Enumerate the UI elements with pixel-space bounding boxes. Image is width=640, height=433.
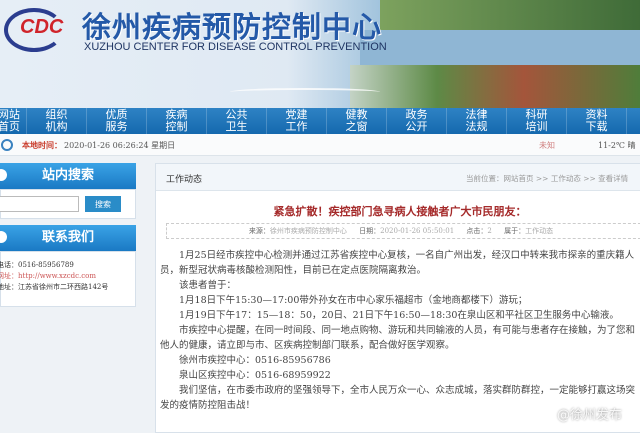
time-value: 2020-01-26 06:26:24 星期日 [64,141,176,150]
search-box-header: 站内搜索 [0,163,136,189]
nav-item-0[interactable]: 网站 首页 [0,108,27,134]
site-subtitle: XUZHOU CENTER FOR DISEASE CONTROL PREVEN… [84,41,387,53]
contact-address: 地址：江苏省徐州市二环西路142号 [0,283,109,291]
article-paragraph: 泉山区疾控中心：0516-68959922 [179,370,331,381]
article-title: 紧急扩散！疾控部门急寻病人接触者广大市民朋友： [273,205,527,218]
nav-item-4[interactable]: 公共 卫生 [207,108,267,134]
main-nav: 网站 首页 组织 机构 优质 服务 疾病 控制 公共 卫生 党建 工作 健教 之窗 政务 公开 法律 法规 科研 培训… [0,108,640,134]
nav-item-3[interactable]: 疾病 控制 [147,108,207,134]
nav-item-6[interactable]: 健教 之窗 [327,108,387,134]
nav-item-7[interactable]: 政务 公开 [387,108,447,134]
article-meta: 来源：徐州市疾病预防控制中心 日期：2020-01-26 05:50:01 点击… [166,223,640,239]
contact-phone: 电话：0516-85956789 [0,261,74,269]
nav-item-8[interactable]: 法律 法规 [447,108,507,134]
site-banner: CDC 徐州疾病预防控制中心 XUZHOU CENTER FOR DISEASE… [0,0,640,108]
article-paragraph: 市疾控中心提醒，在同一时间段、同一地点购物、游玩和共同输液的人员，有可能与患者存… [160,325,636,351]
search-box: 搜索 [0,189,136,219]
search-button[interactable]: 搜索 [85,196,121,212]
nav-item-5[interactable]: 党建 工作 [267,108,327,134]
time-label: 本地时间： [22,140,62,150]
sidebar: 站内搜索 搜索 联系我们 电话：0516-85956789 网址：http://… [0,163,136,307]
section-title: 工作动态 [166,175,203,185]
breadcrumb[interactable]: 当前位置：网站首页 >> 工作动态 >> 查看详情 [466,173,628,184]
bullet-icon [0,169,7,181]
article-paragraph: 1月18日下午15:30—17:00带外孙女在市中心家乐福超市（金地商都楼下）游… [179,295,528,306]
cdc-logo[interactable]: CDC [4,8,64,52]
article-paragraph: 徐州市疾控中心：0516-85956786 [179,355,331,366]
nav-item-9[interactable]: 科研 培训 [507,108,567,134]
contact-website-link[interactable]: 网址：http://www.xzcdc.com [0,271,131,282]
article-paragraph: 1月25日经市疾控中心检测并通过江苏省疾控中心复核，一名自广州出发，经汉口中转来… [160,250,635,276]
weibo-watermark: @徐州发布 [557,408,623,423]
temperature: 11-2℃ 晴 [598,141,636,150]
site-title: 徐州疾病预防控制中心 [82,10,383,44]
clock-icon [1,139,13,151]
time-bar: 本地时间： 2020-01-26 06:26:24 星期日 未知 11-2℃ 晴 [0,134,640,156]
article-body: 1月25日经市疾控中心检测并通过江苏省疾控中心复核，一名自广州出发，经汉口中转来… [156,239,640,413]
site-search-input[interactable] [0,196,79,212]
article-paragraph: 该患者曾于： [179,280,237,291]
nav-item-10[interactable]: 资料 下载 [567,108,627,134]
nav-item-2[interactable]: 优质 服务 [87,108,147,134]
article-paragraph: 1月19日下午17：15—18：50，20日、21日下午16:50—18:30在… [179,310,619,321]
weather-status: 未知 [539,141,555,150]
article-panel: 工作动态 当前位置：网站首页 >> 工作动态 >> 查看详情 紧急扩散！疾控部门… [155,163,640,433]
bullet-icon [0,231,7,243]
contact-header: 联系我们 [0,225,136,251]
nav-item-1[interactable]: 组织 机构 [27,108,87,134]
contact-box: 电话：0516-85956789 网址：http://www.xzcdc.com… [0,251,136,307]
